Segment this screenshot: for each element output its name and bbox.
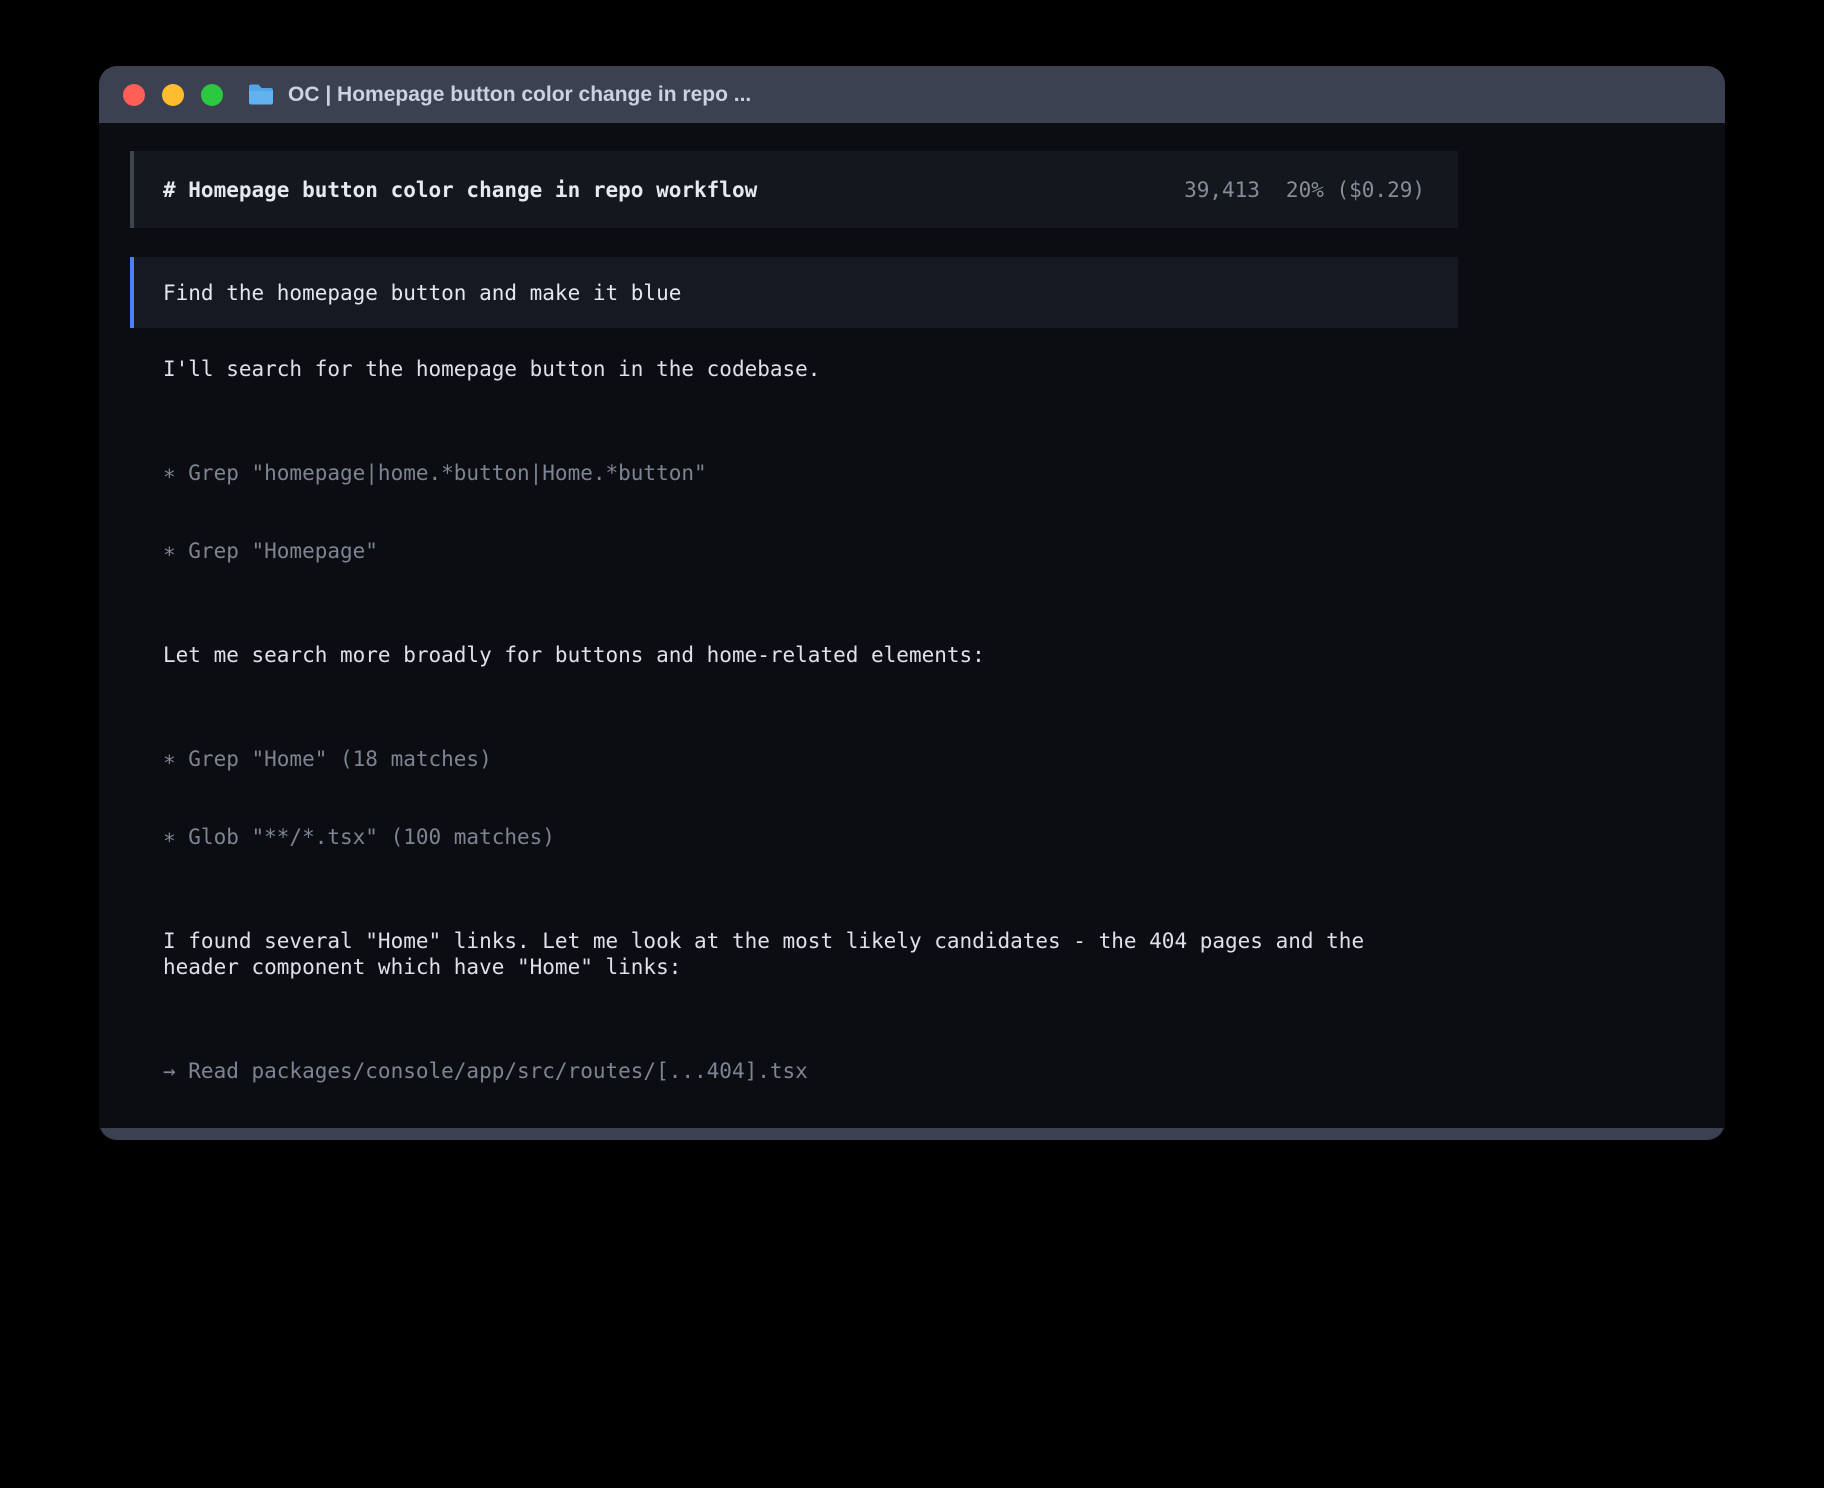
context-cost: 20% ($0.29) — [1286, 178, 1425, 202]
session-header: # Homepage button color change in repo w… — [130, 151, 1458, 228]
session-stats: 39,413 20% ($0.29) — [1184, 178, 1425, 202]
titlebar[interactable]: OC | Homepage button color change in rep… — [99, 66, 1725, 123]
minimize-button[interactable] — [162, 84, 184, 106]
window-title-text: OC | Homepage button color change in rep… — [288, 83, 751, 107]
assistant-response: I'll search for the homepage button in t… — [130, 328, 1458, 1128]
user-message-text: Find the homepage button and make it blu… — [163, 281, 681, 305]
tool-call-glob: ∗ Glob "**/*.tsx" (100 matches) — [163, 824, 1425, 850]
tool-call-group: ∗ Grep "homepage|home.*button|Home.*butt… — [163, 408, 1425, 616]
folder-icon — [247, 83, 275, 106]
user-message: Find the homepage button and make it blu… — [130, 257, 1458, 328]
session-title: # Homepage button color change in repo w… — [163, 178, 757, 202]
tool-call-grep: ∗ Grep "Homepage" — [163, 538, 1425, 564]
tool-call-grep: ∗ Grep "homepage|home.*button|Home.*butt… — [163, 460, 1425, 486]
tool-call-grep: ∗ Grep "Home" (18 matches) — [163, 746, 1425, 772]
tool-call-group: ∗ Grep "Home" (18 matches) ∗ Glob "**/*.… — [163, 694, 1425, 902]
close-button[interactable] — [123, 84, 145, 106]
tool-call-group: → Read packages/console/app/src/routes/[… — [163, 1006, 1425, 1128]
token-count: 39,413 — [1184, 178, 1260, 202]
assistant-paragraph: I found several "Home" links. Let me loo… — [163, 928, 1425, 980]
terminal-window: OC | Homepage button color change in rep… — [99, 66, 1725, 1140]
tool-call-read: → Read packages/console/app/src/routes/[… — [163, 1058, 1425, 1084]
traffic-lights — [123, 84, 223, 106]
window-title: OC | Homepage button color change in rep… — [247, 83, 751, 107]
assistant-paragraph: Let me search more broadly for buttons a… — [163, 642, 1425, 668]
assistant-paragraph: I'll search for the homepage button in t… — [163, 356, 1425, 382]
zoom-button[interactable] — [201, 84, 223, 106]
terminal-content: # Homepage button color change in repo w… — [99, 123, 1725, 1128]
